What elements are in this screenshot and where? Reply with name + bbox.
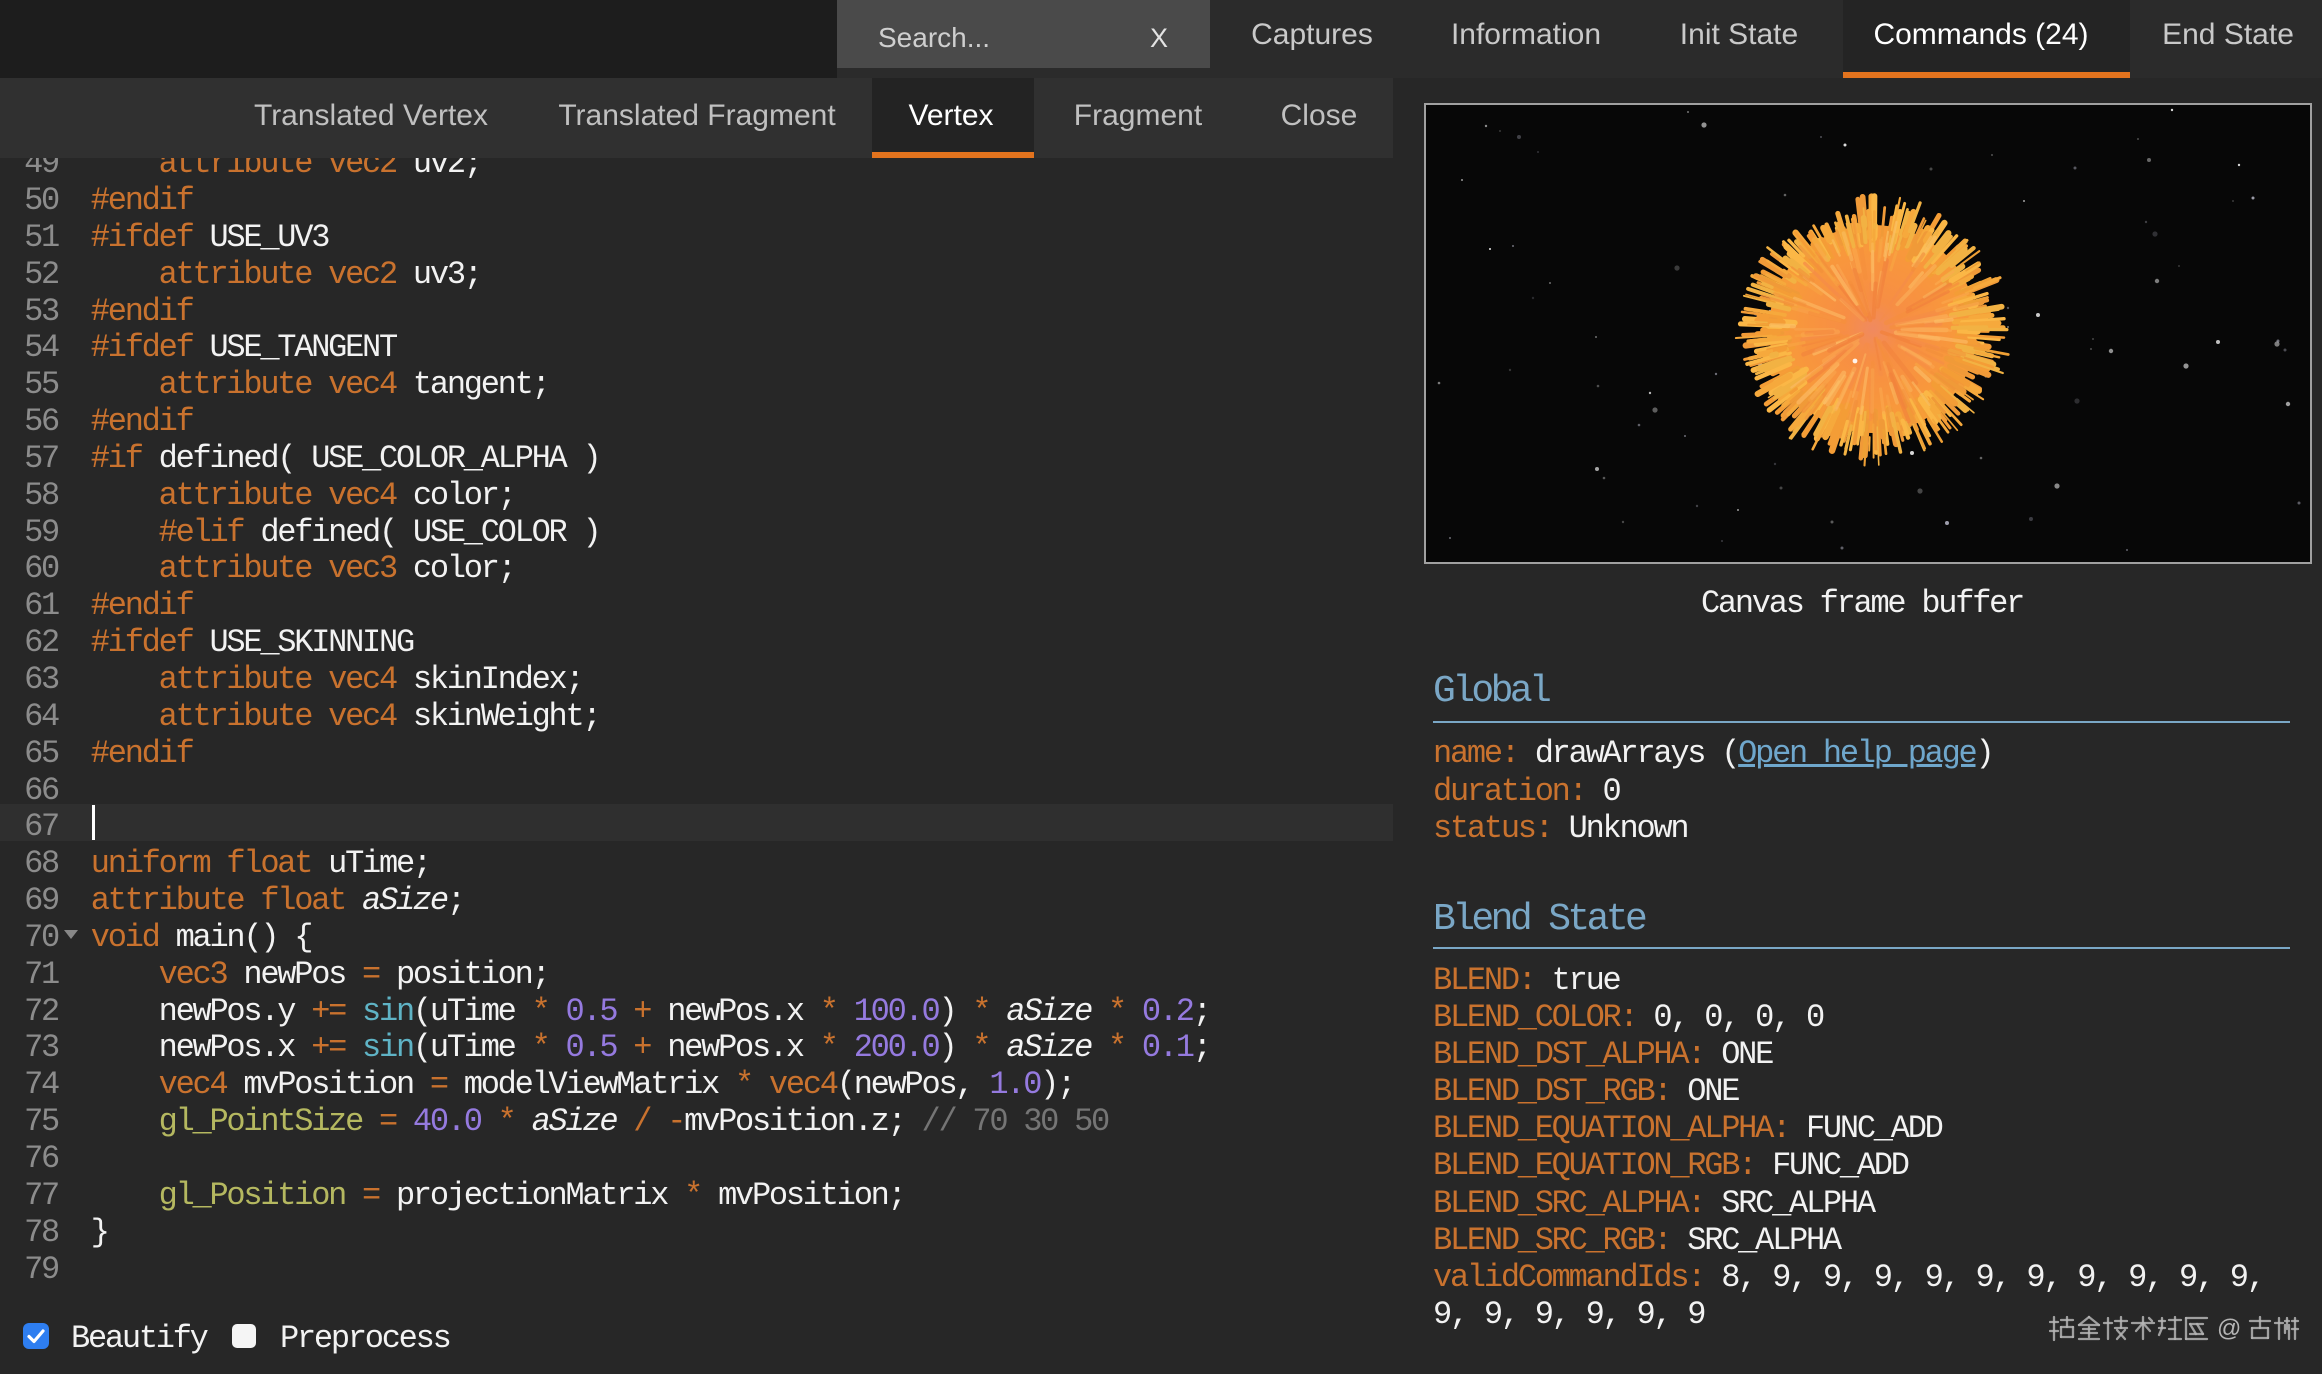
svg-text:@: @ xyxy=(2217,1315,2241,1342)
